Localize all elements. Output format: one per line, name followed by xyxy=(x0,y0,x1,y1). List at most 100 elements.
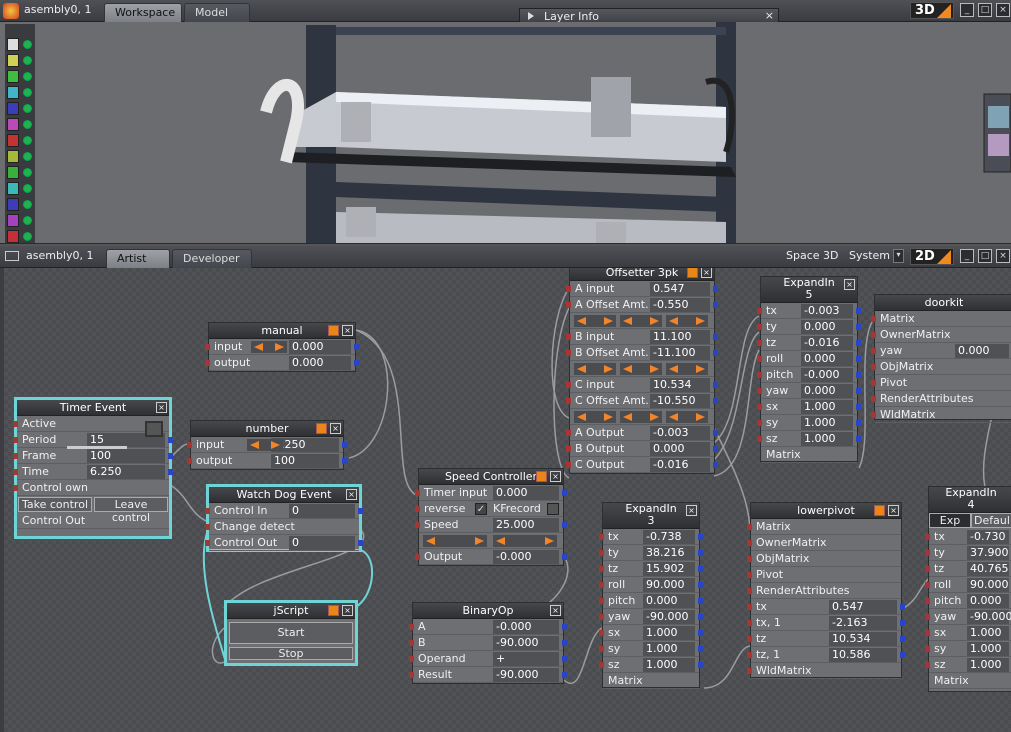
row-value[interactable]: -0.016 xyxy=(801,336,853,350)
close-icon[interactable]: × xyxy=(346,489,357,500)
row-value[interactable]: 10.534 xyxy=(650,378,710,392)
input-port-icon[interactable] xyxy=(415,506,420,512)
row-value[interactable]: 0.000 xyxy=(289,356,351,370)
row-value[interactable]: 37.900 xyxy=(967,546,1009,560)
node-title[interactable]: Offsetter 3pk × xyxy=(570,268,714,281)
row-value[interactable]: 1.000 xyxy=(967,658,1009,672)
input-port-icon[interactable] xyxy=(13,437,18,443)
stepper-arrows-icon[interactable] xyxy=(574,363,616,375)
row-value[interactable]: 0.000 xyxy=(967,594,1009,608)
stepper-arrows-icon[interactable] xyxy=(251,341,287,353)
output-port-icon[interactable] xyxy=(900,604,905,610)
input-port-icon[interactable] xyxy=(757,340,762,346)
input-port-icon[interactable] xyxy=(409,624,414,630)
output-port-icon[interactable] xyxy=(713,430,718,436)
node-row[interactable]: sz 1.000 xyxy=(925,657,1011,673)
node-row[interactable]: ObjMatrix xyxy=(747,551,901,567)
row-value[interactable]: 6.250 xyxy=(87,465,165,479)
matrix-port[interactable]: Matrix xyxy=(929,673,1011,689)
stepper-arrows-icon[interactable] xyxy=(423,535,487,547)
output-port-icon[interactable] xyxy=(698,646,703,652)
orange-toggle-icon[interactable] xyxy=(328,605,339,616)
row-value[interactable]: 100 xyxy=(87,449,165,463)
layer-visible-icon[interactable] xyxy=(23,200,32,209)
node-row[interactable]: reverse ✓ KFrecord xyxy=(415,501,563,517)
stepper-arrows-icon[interactable] xyxy=(620,315,662,327)
tab-artist[interactable]: Artist xyxy=(106,249,170,268)
input-port-icon[interactable] xyxy=(566,430,571,436)
close-icon[interactable]: × xyxy=(156,402,167,413)
input-port-icon[interactable] xyxy=(599,550,604,556)
input-port-icon[interactable] xyxy=(409,640,414,646)
node-row[interactable]: Output -0.000 xyxy=(415,549,567,565)
stepper-arrows-icon[interactable] xyxy=(666,315,708,327)
node-row[interactable]: tx, 1 -2.163 xyxy=(747,615,905,631)
node-row[interactable]: Speed 25.000 xyxy=(415,517,567,533)
node-row[interactable]: B -90.000 xyxy=(409,635,567,651)
node-title[interactable]: number × xyxy=(191,421,343,437)
input-port-icon[interactable] xyxy=(871,380,876,386)
node-timer-event[interactable]: Timer Event × Active Period 15 Frame 100 Time 6… xyxy=(13,397,173,539)
close-icon[interactable]: × xyxy=(765,9,774,22)
input-port-icon[interactable] xyxy=(205,524,210,530)
input-port-icon[interactable] xyxy=(747,540,752,546)
output-port-icon[interactable] xyxy=(713,302,718,308)
node-row[interactable]: Result -90.000 xyxy=(409,667,567,683)
node-row[interactable]: roll 90.000 xyxy=(599,577,703,593)
input-port-icon[interactable] xyxy=(599,662,604,668)
node-row[interactable]: sz 1.000 xyxy=(599,657,703,673)
node-row[interactable]: Pivot xyxy=(871,375,1011,391)
row-value[interactable]: 0.000 xyxy=(801,352,853,366)
node-row[interactable]: A Output -0.003 xyxy=(566,425,718,441)
row-value[interactable]: 0 xyxy=(289,536,355,550)
input-port-icon[interactable] xyxy=(871,316,876,322)
control-out-port[interactable]: Control Out xyxy=(17,513,169,529)
input-port-icon[interactable] xyxy=(13,421,18,427)
maximize-icon[interactable]: □ xyxy=(978,3,992,17)
row-value[interactable]: 1.000 xyxy=(643,658,695,672)
output-port-icon[interactable] xyxy=(342,458,347,464)
node-row[interactable]: Frame 100 xyxy=(13,448,173,464)
row-value[interactable]: 1.000 xyxy=(967,642,1009,656)
node-row[interactable]: sx 1.000 xyxy=(757,399,861,415)
layer-visible-icon[interactable] xyxy=(23,136,32,145)
stepper-arrows-icon[interactable] xyxy=(666,363,708,375)
node-row[interactable]: pitch -0.000 xyxy=(757,367,861,383)
output-port-icon[interactable] xyxy=(856,420,861,426)
layer-visible-icon[interactable] xyxy=(23,40,32,49)
output-port-icon[interactable] xyxy=(562,624,567,630)
period-slider[interactable] xyxy=(67,446,127,449)
output-port-icon[interactable] xyxy=(342,442,347,448)
node-row[interactable]: tx -0.730 xyxy=(925,529,1011,545)
node-speed-controller[interactable]: Speed Controller × Timer input 0.000 revers… xyxy=(415,468,567,566)
row-value[interactable]: 0.000 xyxy=(801,320,853,334)
3d-viewport[interactable] xyxy=(36,22,1011,243)
space-3d-selector[interactable]: Space 3D xyxy=(786,249,839,262)
input-port-icon[interactable] xyxy=(415,522,420,528)
node-offsetter-3pk[interactable]: Offsetter 3pk × A input 0.547 A Offset Amt.… xyxy=(566,268,718,474)
output-port-icon[interactable] xyxy=(856,436,861,442)
input-port-icon[interactable] xyxy=(566,286,571,292)
row-value[interactable]: 10.534 xyxy=(829,632,897,646)
node-lowerpivot[interactable]: lowerpivot × Matrix OwnerMatrix ObjMatrix Pi… xyxy=(747,502,905,679)
minimize-icon[interactable]: _ xyxy=(960,249,974,263)
row-value[interactable]: 0.000 xyxy=(493,486,559,500)
row-value[interactable]: -90.000 xyxy=(967,610,1011,624)
node-row[interactable]: tx -0.003 xyxy=(757,303,861,319)
close-icon[interactable]: × xyxy=(888,505,899,516)
layer-visible-icon[interactable] xyxy=(23,216,32,225)
output-port-icon[interactable] xyxy=(358,508,363,514)
output-port-icon[interactable] xyxy=(562,672,567,678)
output-port-icon[interactable] xyxy=(562,490,567,496)
row-value[interactable]: 0.000 xyxy=(955,344,1009,358)
input-port-icon[interactable] xyxy=(747,524,752,530)
node-expandin-4[interactable]: ExpandIn 4 Exp Defaul tx -0.730 ty 37.900 tz… xyxy=(925,486,1011,692)
node-row[interactable]: sy 1.000 xyxy=(757,415,861,431)
node-row[interactable]: RenderAttributes xyxy=(747,583,901,599)
input-port-icon[interactable] xyxy=(747,572,752,578)
output-port-icon[interactable] xyxy=(713,382,718,388)
input-port-icon[interactable] xyxy=(925,630,930,636)
node-row[interactable]: roll 0.000 xyxy=(757,351,861,367)
row-value[interactable]: 25.000 xyxy=(493,518,559,532)
matrix-port[interactable]: Matrix xyxy=(761,447,857,463)
